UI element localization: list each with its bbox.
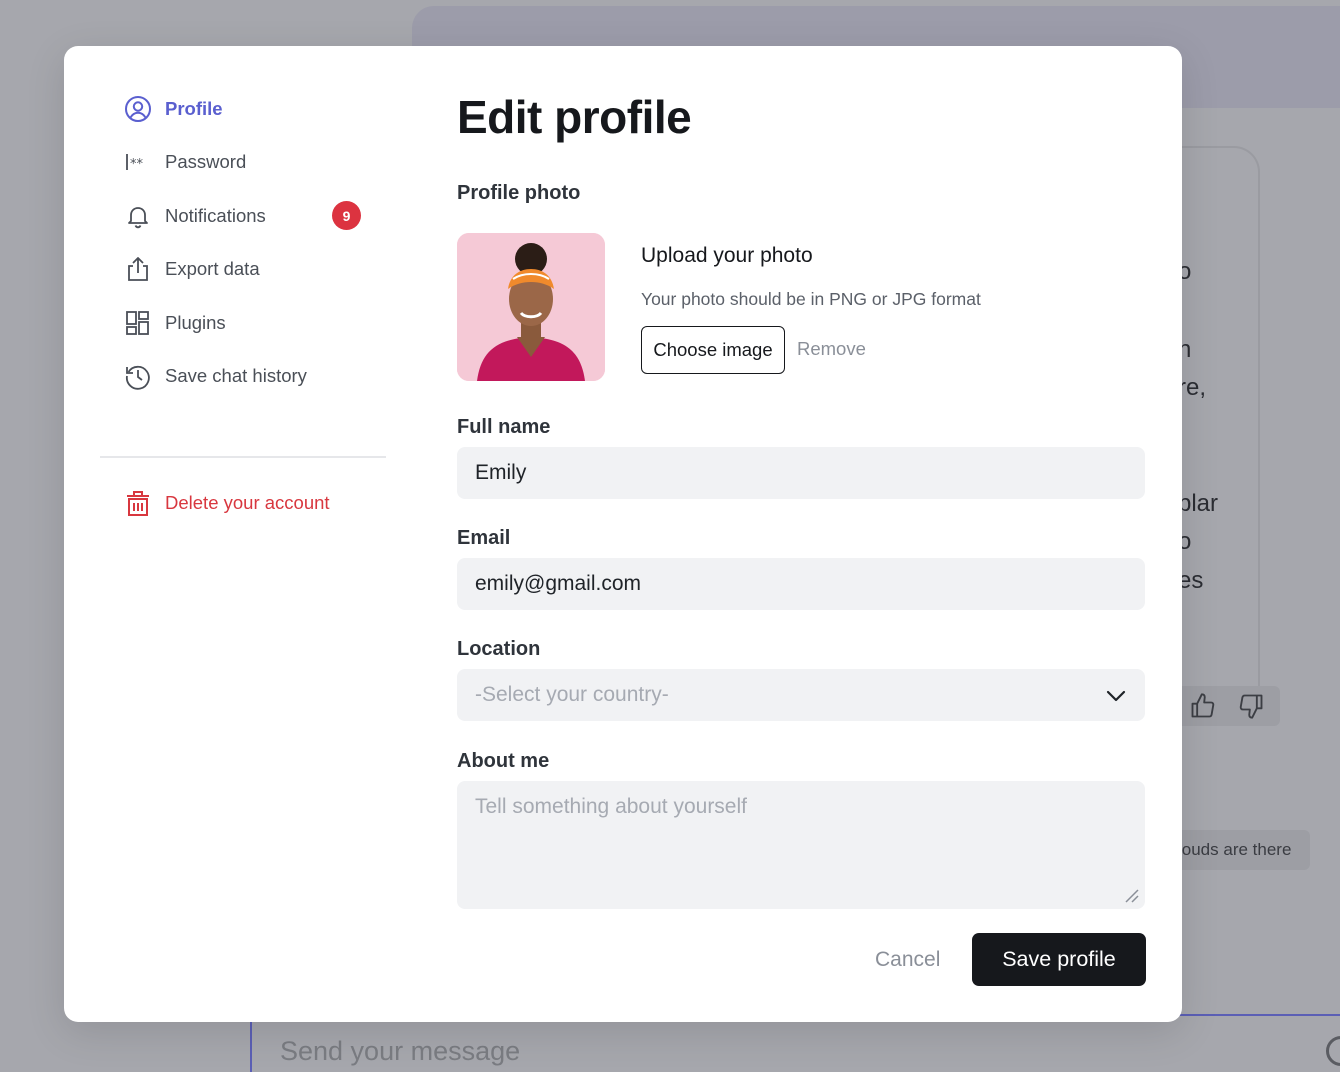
message-input-placeholder: Send your message: [280, 1036, 521, 1066]
full-name-field[interactable]: Emily: [457, 447, 1145, 499]
about-me-placeholder: Tell something about yourself: [475, 795, 747, 818]
chevron-down-icon: [1106, 690, 1126, 702]
remove-photo-button[interactable]: Remove: [797, 338, 866, 360]
location-placeholder: -Select your country-: [475, 683, 669, 706]
sidebar-item-profile[interactable]: Profile: [100, 82, 386, 136]
background-message-card: [1180, 146, 1260, 706]
save-profile-button[interactable]: Save profile: [972, 933, 1146, 986]
location-select[interactable]: -Select your country-: [457, 669, 1145, 721]
user-circle-icon: [124, 95, 152, 123]
export-icon: [124, 255, 152, 283]
thumbs-up-icon[interactable]: [1189, 692, 1217, 720]
sidebar-item-delete-account[interactable]: Delete your account: [100, 476, 386, 530]
resize-handle-icon[interactable]: [1123, 887, 1139, 903]
sidebar-item-export-data[interactable]: Export data: [100, 243, 386, 297]
upload-photo-title: Upload your photo: [641, 244, 813, 267]
thumbs-down-icon[interactable]: [1237, 692, 1265, 720]
sidebar-item-notifications[interactable]: Notifications 9: [100, 189, 386, 243]
sidebar-item-save-chat-history[interactable]: Save chat history: [100, 350, 386, 404]
sidebar-item-label: Notifications: [165, 204, 266, 226]
upload-photo-hint: Your photo should be in PNG or JPG forma…: [641, 289, 981, 309]
edit-profile-modal: Profile ** Password Notifications 9 Expo…: [64, 46, 1182, 1022]
history-icon: [124, 362, 152, 390]
sidebar-item-label: Profile: [165, 97, 223, 119]
sidebar-item-label: Export data: [165, 258, 260, 280]
svg-text:**: **: [130, 157, 144, 172]
sidebar-divider: [100, 456, 386, 458]
avatar: [457, 233, 605, 381]
plugins-grid-icon: [124, 309, 152, 337]
sidebar-item-label: Save chat history: [165, 365, 307, 387]
profile-photo-label: Profile photo: [457, 182, 581, 204]
bell-icon: [124, 202, 152, 230]
trash-icon: [124, 489, 152, 517]
about-me-textarea[interactable]: Tell something about yourself: [457, 781, 1145, 909]
settings-sidebar: Profile ** Password Notifications 9 Expo…: [100, 82, 386, 516]
background-text: plar: [1178, 490, 1219, 517]
email-field[interactable]: emily@gmail.com: [457, 558, 1145, 610]
about-me-label: About me: [457, 750, 550, 772]
sidebar-item-label: Plugins: [165, 311, 226, 333]
location-label: Location: [457, 638, 541, 660]
sidebar-item-label: Password: [165, 151, 247, 173]
background-suggestion-chip[interactable]: louds are there: [1160, 830, 1310, 870]
full-name-label: Full name: [457, 416, 551, 438]
background-text: re,: [1178, 374, 1207, 401]
sidebar-item-password[interactable]: ** Password: [100, 136, 386, 190]
sidebar-item-label: Delete your account: [165, 491, 330, 513]
password-icon: **: [124, 148, 152, 176]
choose-image-button[interactable]: Choose image: [641, 326, 785, 374]
notification-count-badge: 9: [332, 201, 361, 230]
page-title: Edit profile: [457, 91, 692, 143]
cancel-button[interactable]: Cancel: [875, 948, 940, 972]
sidebar-item-plugins[interactable]: Plugins: [100, 296, 386, 350]
email-label: Email: [457, 527, 511, 549]
